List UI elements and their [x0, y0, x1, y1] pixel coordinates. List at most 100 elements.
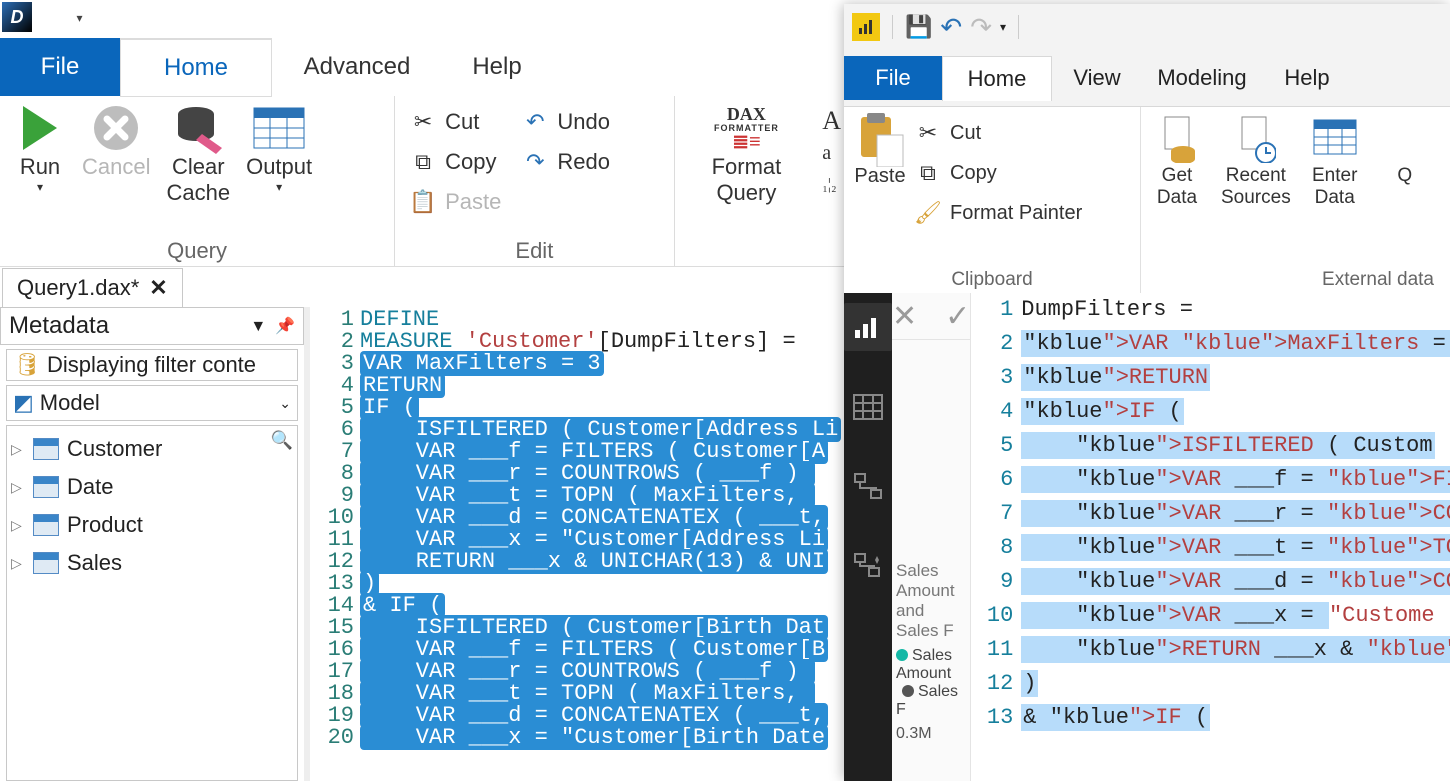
powerbi-window: 💾 ↶ ↷ ▾ File Home View Modeling Help Pas… [844, 4, 1450, 780]
output-dropdown-icon[interactable]: ▾ [276, 180, 282, 194]
undo-icon[interactable]: ↶ [940, 12, 962, 43]
data-view-button[interactable] [844, 383, 892, 431]
scissors-icon: ✂ [409, 108, 437, 136]
table-icon [253, 102, 305, 154]
tab-home[interactable]: Home [120, 38, 272, 97]
pbi-tab-home[interactable]: Home [942, 56, 1052, 101]
pbi-formula-editor[interactable]: 12345678910111213 DumpFilters = "kblue">… [971, 293, 1450, 781]
metadata-header-icons[interactable]: ▼ 📌 [250, 316, 295, 336]
queries-icon [1379, 113, 1431, 165]
pbi-tab-file[interactable]: File [844, 56, 942, 100]
pbi-tab-modeling[interactable]: Modeling [1142, 56, 1262, 100]
undo-label: Undo [557, 109, 610, 135]
expand-icon[interactable]: ▷ [11, 479, 25, 496]
get-data-button[interactable]: Get Data [1151, 113, 1203, 209]
cube-icon: ◩ [13, 390, 34, 415]
table-name: Customer [67, 436, 162, 462]
ribbon-group-format: DAX FORMATTER ≣≡ Format Query [675, 96, 819, 266]
model-selector[interactable]: ◩Model ⌄ [6, 385, 298, 421]
pbi-editor-gutter: 12345678910111213 [971, 293, 1021, 781]
expand-icon[interactable]: ▷ [11, 441, 25, 458]
redo-button[interactable]: ↷ Redo [521, 142, 610, 182]
clear-cache-button[interactable]: Clear Cache [166, 102, 230, 206]
pbi-copy-button[interactable]: ⧉ Copy [914, 153, 1082, 193]
pbi-group-label-clipboard: Clipboard [854, 269, 1130, 291]
powerbi-logo [852, 13, 880, 41]
table-item[interactable]: ▷Sales [11, 544, 293, 582]
enter-data-button[interactable]: Enter Data [1309, 113, 1361, 209]
qat-customize-dropdown[interactable]: ▾ [76, 11, 82, 25]
ribbon-group-query: Run ▾ Cancel Clear Cache [0, 96, 395, 266]
pbi-cut-label: Cut [950, 122, 981, 145]
search-icon[interactable]: 🔍 [271, 430, 293, 451]
metadata-header[interactable]: Metadata ▼ 📌 [0, 307, 304, 345]
pbi-group-external-data: Get Data Recent Sources Enter Data Q Ext… [1141, 107, 1450, 293]
recent-sources-label: Recent Sources [1221, 165, 1291, 209]
legend-dot-2 [902, 685, 914, 697]
legend-dot-1 [896, 649, 908, 661]
table-icon [33, 438, 59, 460]
pbi-tab-view[interactable]: View [1052, 56, 1142, 100]
formula-commit-icon[interactable]: ✓ [945, 299, 970, 334]
formula-cancel-icon[interactable]: ✕ [892, 299, 917, 334]
tab-file[interactable]: File [0, 38, 120, 96]
run-button[interactable]: Run ▾ [14, 102, 66, 194]
qat-dropdown-icon[interactable]: ▾ [1000, 20, 1006, 34]
table-item[interactable]: ▷Product [11, 506, 293, 544]
table-name: Date [67, 474, 113, 500]
model-view-button[interactable] [844, 463, 892, 511]
model-view-ai-button[interactable] [844, 543, 892, 591]
brush-icon: 🖌 [914, 199, 942, 227]
edit-queries-partial[interactable]: Q [1379, 113, 1431, 209]
run-dropdown-icon[interactable]: ▾ [37, 180, 43, 194]
cancel-icon [90, 102, 142, 154]
format-painter-label: Format Painter [950, 202, 1082, 225]
editor-content[interactable]: DEFINEMEASURE 'Customer'[DumpFilters] = … [360, 307, 845, 781]
paste-label: Paste [854, 165, 905, 188]
pbi-main-area: ✕ ✓ Sales Amount and Sales F Sales Amoun… [844, 293, 1450, 781]
tab-advanced[interactable]: Advanced [272, 38, 442, 96]
format-query-button[interactable]: DAX FORMATTER ≣≡ Format Query [689, 102, 805, 206]
report-view-button[interactable] [844, 303, 892, 351]
queries-label: Q [1397, 165, 1412, 187]
table-item[interactable]: ▷ Customer [11, 430, 271, 468]
close-icon[interactable]: ✕ [149, 275, 167, 301]
quick-access-toolbar: D ▾ [0, 0, 845, 38]
output-label: Output [246, 154, 312, 180]
chart-visual[interactable]: Sales Amount and Sales F Sales Amount Sa… [892, 553, 970, 781]
cut-button[interactable]: ✂ Cut [409, 102, 501, 142]
redo-label: Redo [557, 149, 610, 175]
cancel-label: Cancel [82, 154, 150, 180]
recent-sources-button[interactable]: Recent Sources [1221, 113, 1291, 209]
pbi-editor-content[interactable]: DumpFilters = "kblue">VAR "kblue">MaxFil… [1021, 293, 1450, 781]
model-name: Model [40, 390, 100, 415]
enter-data-icon [1309, 113, 1361, 165]
cancel-button: Cancel [82, 102, 150, 180]
pbi-copy-label: Copy [950, 162, 997, 185]
pbi-group-label-external: External data [1151, 269, 1440, 291]
tab-help[interactable]: Help [442, 38, 552, 96]
undo-button[interactable]: ↶ Undo [521, 102, 610, 142]
copy-icon: ⧉ [914, 159, 942, 187]
save-icon[interactable]: 💾 [905, 14, 932, 40]
expand-icon[interactable]: ▷ [11, 517, 25, 534]
code-editor[interactable]: 1234567891011121314151617181920 DEFINEME… [310, 307, 845, 781]
tables-list: 🔍 ▷ Customer ▷ Date ▷Product▷Sales [6, 425, 298, 781]
redo-icon: ↷ [521, 148, 549, 176]
document-tab[interactable]: Query1.dax* ✕ [2, 268, 183, 307]
dax-formatter-icon: DAX FORMATTER ≣≡ [720, 102, 772, 154]
pbi-cut-button[interactable]: ✂Cut [914, 113, 1082, 153]
copy-button[interactable]: ⧉ Copy [409, 142, 501, 182]
output-button[interactable]: Output ▾ [246, 102, 312, 194]
paste-button[interactable]: Paste [854, 113, 906, 233]
expand-icon[interactable]: ▷ [11, 555, 25, 572]
database-selector[interactable]: 🛢 Displaying filter conte [6, 349, 298, 381]
table-item[interactable]: ▷ Date [11, 468, 293, 506]
pbi-tab-help[interactable]: Help [1262, 56, 1352, 100]
chart-title: Sales Amount and Sales F [896, 561, 966, 641]
table-icon [33, 552, 59, 574]
paste-icon: 📋 [409, 188, 437, 216]
paste-label: Paste [445, 189, 501, 215]
format-painter-button[interactable]: 🖌 Format Painter [914, 193, 1082, 233]
app-logo: D [2, 2, 32, 32]
